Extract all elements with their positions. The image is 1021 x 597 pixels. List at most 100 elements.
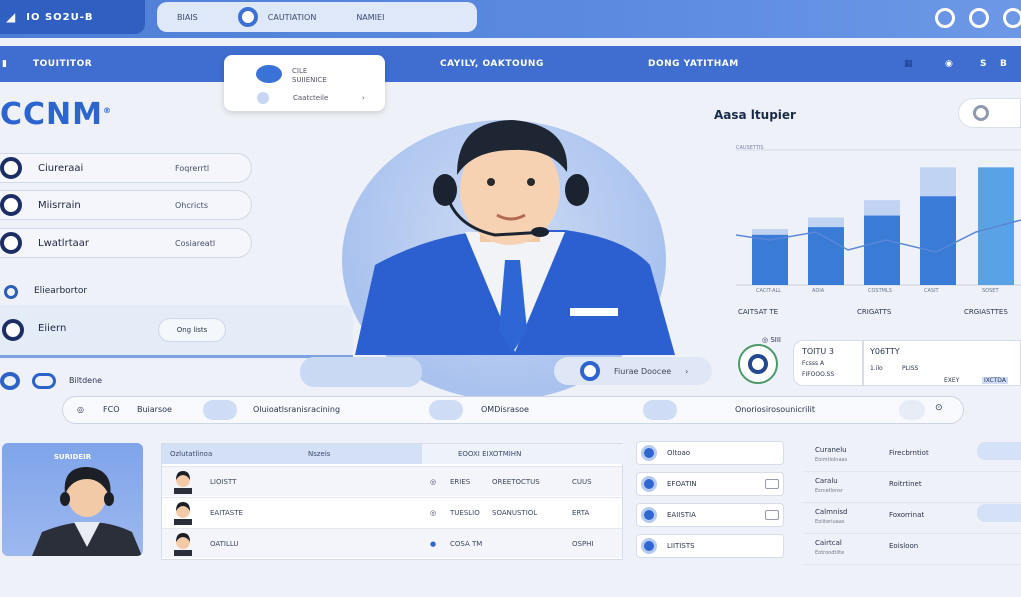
filter-pill-2[interactable] — [429, 400, 463, 420]
brand-box[interactable]: ◢ IO SO2U-B — [0, 0, 145, 34]
menu-icon[interactable]: ◢ — [6, 10, 16, 24]
top-search-bar[interactable]: BIAIS CAUTIATION NAMIEI — [157, 2, 477, 32]
summary-value: Firecbrntiot — [889, 449, 929, 457]
table-row[interactable]: OATILLU ● COSA TM OSPHI — [162, 528, 622, 558]
filter-item-1[interactable]: FCO — [103, 405, 119, 414]
agent-profile-card[interactable]: SURIDEIR — [2, 443, 143, 556]
status-list-item[interactable]: EFOATIN — [636, 472, 784, 496]
chevron-right-icon: › — [685, 366, 689, 376]
action-pill-button[interactable] — [300, 357, 422, 387]
search-left-label: BIAIS — [177, 12, 198, 22]
sub-label: Biltdene — [69, 376, 103, 385]
radio-icon — [0, 194, 22, 216]
chat-icon[interactable] — [969, 8, 989, 28]
sub-icon-1[interactable] — [0, 372, 20, 390]
nav-item-1[interactable]: TOUITITOR — [33, 59, 92, 69]
agent-card-right-sub1: 1.ilo — [870, 365, 883, 372]
filter-pill-1[interactable] — [203, 400, 237, 420]
summary-row[interactable]: Cairtcal Eotroodtilte Eoisloon — [803, 533, 1021, 565]
left-menu-item-1[interactable]: Ciureraai Foqrerrtl — [0, 153, 252, 183]
profile-icon[interactable] — [1003, 8, 1021, 28]
table-header: Ozlutatlinoa Nszeis — [162, 444, 422, 464]
nav-start-icon[interactable]: ▮ — [2, 59, 7, 69]
filter-pill-3[interactable] — [643, 400, 677, 420]
clock-icon[interactable] — [935, 8, 955, 28]
summary-value: Roitrtinet — [889, 480, 922, 488]
users-icon — [580, 361, 600, 381]
summary-sub: Eotroodtilte — [815, 550, 845, 556]
summary-sub: Eoiiteriuaas — [815, 519, 845, 525]
info-icon[interactable]: ◉ — [945, 59, 953, 69]
filter-pill-4[interactable] — [899, 400, 925, 420]
checkbox[interactable] — [765, 510, 779, 520]
summary-title: Calmnisd — [815, 508, 848, 516]
add-icon[interactable]: ⊙ — [935, 403, 943, 413]
agent-card-right-box[interactable]: Y06TTY 1.ilo PLISS EXEY IXCTDA — [863, 340, 1021, 386]
row-col-3: OREETOCTUS — [492, 478, 540, 486]
selected-menu-row[interactable]: Eiiern Ong lists — [0, 305, 353, 359]
search-right-label: NAMIEI — [356, 12, 385, 22]
summary-pill[interactable] — [977, 442, 1021, 460]
table-row[interactable]: LIOISTT ◎ ERIES OREETOCTUS CUUS — [162, 466, 622, 496]
avatar — [174, 471, 192, 494]
status-list-item[interactable]: EAIISTIA — [636, 503, 784, 527]
status-label: LIITISTS — [667, 542, 695, 550]
notification-popup[interactable]: CILE SUIIENICE Caatcteile › — [224, 55, 385, 111]
search-toggle-icon[interactable] — [237, 7, 258, 27]
filter-item-4[interactable]: OMDisrasoe — [481, 405, 529, 414]
female-agent-avatar — [32, 467, 142, 556]
refresh-icon — [973, 105, 989, 121]
filter-search-strip[interactable]: ◎ FCO Buiarsoe Oluioatlsranisracining OM… — [62, 396, 964, 424]
sub-icon-2[interactable] — [32, 373, 56, 389]
chart-footer-3: CRGIASTTES — [964, 308, 1008, 316]
status-list-item[interactable]: LIITISTS — [636, 534, 784, 558]
status-dot-icon — [641, 476, 657, 492]
left-menu-item-2[interactable]: Miisrrain Ohcricts — [0, 190, 252, 220]
row-name: LIOISTT — [210, 478, 237, 486]
agent-pocket-square — [570, 308, 618, 316]
top-bar — [0, 0, 1021, 38]
nav-right-label-1[interactable]: S — [980, 59, 987, 69]
summary-pill[interactable] — [977, 504, 1021, 522]
nav-item-3[interactable]: DONG YATITHAM — [648, 59, 739, 69]
column-header-1[interactable]: Ozlutatlinoa — [170, 450, 212, 458]
mid-action-button[interactable]: Fiurae Doocee › — [554, 357, 712, 385]
filter-item-2[interactable]: Buiarsoe — [137, 405, 172, 414]
summary-row[interactable]: Calmnisd Eoiiteriuaas Foxorrinat — [803, 502, 1021, 534]
chart-options-button[interactable] — [958, 98, 1021, 128]
column-header-2[interactable]: Nszeis — [308, 450, 330, 458]
popup-line-3[interactable]: Caatcteile — [293, 94, 328, 102]
left-menu-item-3[interactable]: Lwatlrtaar Cosiareatl — [0, 228, 252, 258]
status-label: EAIISTIA — [667, 511, 696, 519]
agent-card-left-box[interactable]: TOITU 3 Fcsss A FIFOOO.SS — [793, 340, 863, 386]
summary-row[interactable]: Caralu Esrcetlonsr Roitrtinet — [803, 471, 1021, 503]
row-icon: ◎ — [430, 478, 437, 486]
row-col-4: CUUS — [572, 478, 592, 486]
nav-item-2[interactable]: CAYILY, OAKTOUNG — [440, 59, 544, 69]
logo-text: CCNM — [0, 97, 103, 132]
status-dot-icon — [641, 538, 657, 554]
filter-item-3[interactable]: Oluioatlsranisracining — [253, 405, 340, 414]
grid-icon[interactable]: ▦ — [904, 59, 913, 69]
status-list-item[interactable]: Oltoao — [636, 441, 784, 465]
summary-value: Foxorrinat — [889, 511, 925, 519]
selected-item-value-pill[interactable]: Ong lists — [158, 318, 226, 342]
x-tick-label: ADIA — [812, 288, 825, 294]
status-ring[interactable] — [738, 344, 778, 384]
row-col-3: SOANUSTIOL — [492, 509, 538, 517]
x-tick-label: CACIT-ALL — [756, 288, 781, 294]
checkbox[interactable] — [765, 479, 779, 489]
headset-ear-right — [565, 174, 589, 206]
row-name: OATILLU — [210, 540, 239, 548]
agent-eye-right — [527, 178, 535, 186]
table-row[interactable]: EAITASTE ◎ TUESLIO SOANUSTIOL ERTA — [162, 497, 622, 527]
left-menu-value: Foqrerrtl — [175, 163, 210, 173]
chart-legend-label: CAUSETTIS — [736, 145, 764, 151]
column-header-3[interactable]: EOOXI EIXOTMIHN — [458, 450, 521, 458]
left-menu-label: Ciureraai — [38, 162, 84, 174]
radio-icon — [0, 157, 22, 179]
summary-row[interactable]: Curanelu Eoimtiolnaas Firecbrntiot — [803, 440, 1021, 472]
left-menu-value: Ohcricts — [175, 200, 208, 210]
nav-right-label-2[interactable]: B — [1000, 59, 1007, 69]
filter-item-5[interactable]: Onoriosirosounicrilit — [735, 405, 815, 414]
